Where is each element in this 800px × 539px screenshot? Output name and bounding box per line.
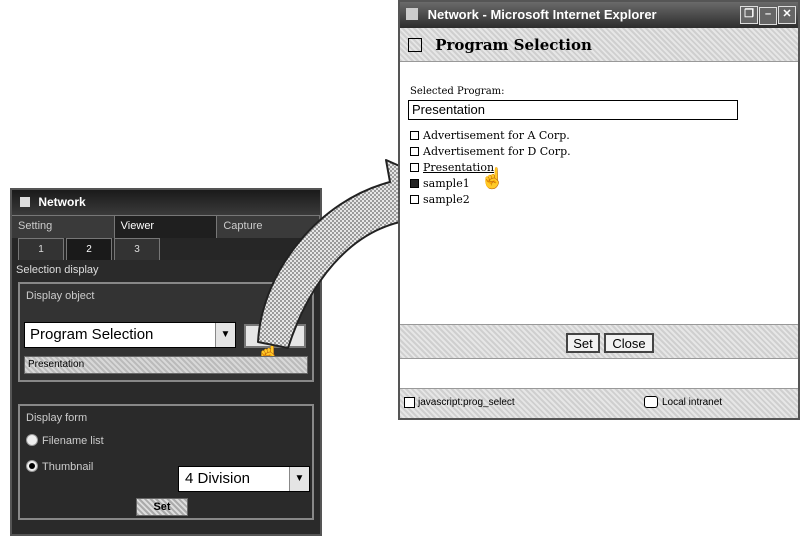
selected-program-input[interactable]: Presentation	[408, 100, 738, 120]
program-file-icon	[410, 147, 419, 156]
subtab-1[interactable]: 1	[18, 238, 64, 260]
display-object-label: Display object	[26, 290, 95, 302]
status-page-icon	[404, 397, 415, 408]
network-icon	[20, 197, 30, 207]
list-item[interactable]: Advertisement for D Corp.	[410, 144, 571, 160]
program-name: Advertisement for A Corp.	[423, 129, 570, 142]
program-file-icon	[410, 179, 419, 188]
display-form-box: Display form Filename list Thumbnail 4 D…	[18, 404, 314, 520]
intranet-zone-icon	[644, 396, 658, 408]
program-name: Advertisement for D Corp.	[423, 145, 571, 158]
window-buttons: ❐ – ✕	[739, 5, 796, 25]
ie-window-title: Network - Microsoft Internet Explorer	[427, 7, 657, 22]
close-icon[interactable]: ✕	[778, 6, 796, 24]
ie-page-title: Program Selection	[435, 36, 592, 54]
ie-status-bar: javascript:prog_select Local intranet	[400, 388, 798, 418]
program-file-icon	[410, 131, 419, 140]
program-name: sample2	[423, 193, 470, 206]
radio-thumbnail[interactable]: Thumbnail	[26, 460, 93, 473]
close-button[interactable]: Close	[604, 333, 654, 353]
ie-button-bar: Set Close	[400, 324, 798, 358]
radio-thumbnail-label: Thumbnail	[42, 461, 94, 473]
list-item[interactable]: Advertisement for A Corp.	[410, 128, 571, 144]
section-title: Selection display	[16, 264, 99, 276]
status-text: javascript:prog_select	[418, 397, 515, 408]
chevron-down-icon: ▼	[215, 323, 235, 347]
division-select[interactable]: 4 Division ▼	[178, 466, 310, 492]
selected-program-label: Selected Program:	[410, 86, 505, 97]
program-file-icon	[410, 195, 419, 204]
minimize-icon[interactable]: –	[759, 7, 777, 25]
chevron-down-icon: ▼	[289, 467, 309, 491]
zone-text: Local intranet	[662, 397, 723, 408]
program-file-icon	[410, 163, 419, 172]
division-select-value: 4 Division	[185, 470, 251, 487]
ie-page-header: Program Selection	[400, 28, 798, 62]
hand-cursor-icon: ☝	[480, 168, 505, 190]
radio-filename-label: Filename list	[42, 435, 104, 447]
ie-popup-window: Network - Microsoft Internet Explorer ❐ –…	[398, 0, 800, 420]
program-name: sample1	[423, 177, 470, 190]
list-item[interactable]: sample2	[410, 192, 571, 208]
tab-viewer[interactable]: Viewer	[114, 216, 218, 238]
radio-selected-icon	[26, 460, 38, 472]
subtab-3[interactable]: 3	[114, 238, 160, 260]
ie-titlebar: Network - Microsoft Internet Explorer ❐ –…	[400, 2, 798, 28]
display-object-select-value: Program Selection	[30, 326, 154, 343]
set-button[interactable]: Set	[136, 498, 188, 516]
panel-title: Network	[38, 195, 86, 209]
radio-filename-list[interactable]: Filename list	[26, 434, 104, 447]
radio-icon	[26, 434, 38, 446]
ie-blank-area	[400, 358, 798, 388]
program-selection-icon	[408, 38, 422, 52]
subtab-2[interactable]: 2	[66, 238, 112, 260]
ie-page-body: Selected Program: Presentation Advertise…	[400, 62, 798, 324]
display-form-label: Display form	[26, 412, 88, 424]
set-button[interactable]: Set	[566, 333, 600, 353]
tab-setting[interactable]: Setting	[12, 216, 115, 238]
display-object-select[interactable]: Program Selection ▼	[24, 322, 236, 348]
ie-page-icon	[406, 8, 418, 20]
restore-icon[interactable]: ❐	[740, 6, 758, 24]
